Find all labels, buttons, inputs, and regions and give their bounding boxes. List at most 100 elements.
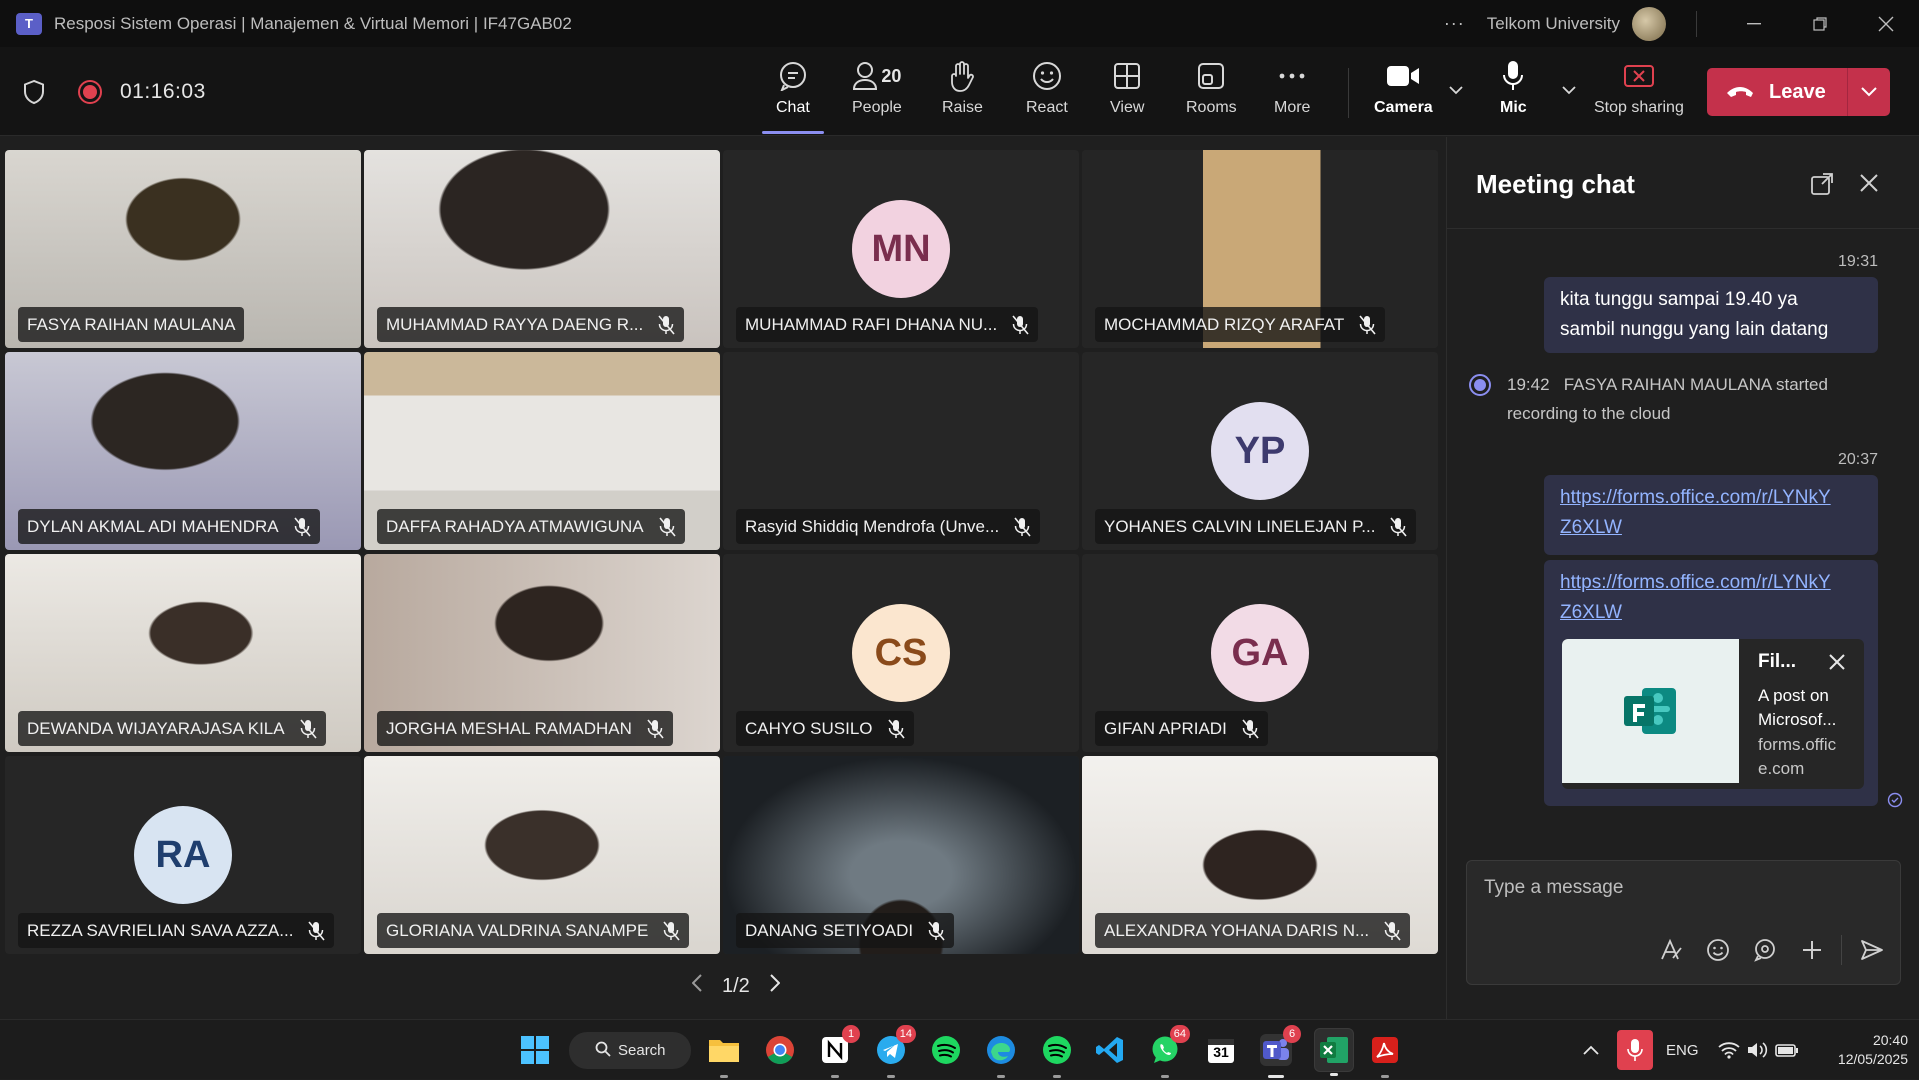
edge-icon[interactable] — [985, 1034, 1017, 1078]
participant-tile[interactable]: JORGHA MESHAL RAMADHAN — [364, 554, 720, 752]
clock-time: 20:40 — [1872, 1032, 1908, 1048]
loop-component-icon[interactable] — [1741, 938, 1788, 962]
stop-share-icon — [1623, 57, 1655, 95]
show-hidden-icons-chevron[interactable] — [1583, 1020, 1599, 1080]
view-label: View — [1110, 99, 1145, 116]
participant-tile[interactable]: ALEXANDRA YOHANA DARIS N... — [1082, 756, 1438, 954]
system-message-time: 19:42 — [1507, 375, 1550, 394]
calendar-icon[interactable]: 31 — [1205, 1034, 1237, 1066]
participant-tile[interactable]: FASYA RAIHAN MAULANA — [5, 150, 361, 348]
people-button[interactable]: 20 People — [852, 57, 902, 129]
chrome-icon[interactable] — [764, 1034, 796, 1066]
participant-name-tag: DYLAN AKMAL ADI MAHENDRA — [18, 509, 320, 544]
spotify-icon[interactable] — [930, 1034, 962, 1066]
participant-tile[interactable]: YP YOHANES CALVIN LINELEJAN P... — [1082, 352, 1438, 550]
message-input[interactable] — [1484, 875, 1884, 901]
participant-name-tag: GLORIANA VALDRINA SANAMPE — [377, 913, 690, 948]
participant-tile[interactable]: DAFFA RAHADYA ATMAWIGUNA — [364, 352, 720, 550]
volume-icon[interactable] — [1746, 1020, 1768, 1080]
participant-tile[interactable]: DEWANDA WIJAYARAJASA KILA — [5, 554, 361, 752]
chat-button[interactable]: Chat — [762, 57, 824, 134]
participant-tile[interactable]: Rasyid Shiddiq Mendrofa (Unve... — [723, 352, 1079, 550]
whatsapp-icon[interactable]: 64 — [1149, 1025, 1190, 1078]
taskbar-search[interactable]: Search — [569, 1032, 691, 1069]
file-explorer-icon[interactable] — [708, 1034, 740, 1078]
participant-tile[interactable]: GA GIFAN APRIADI — [1082, 554, 1438, 752]
mic-muted-icon — [1241, 718, 1259, 739]
recording-icon — [1469, 374, 1491, 396]
excel-icon[interactable] — [1314, 1028, 1354, 1076]
mic-options-chevron-icon[interactable] — [1562, 82, 1576, 98]
participant-tile[interactable]: GLORIANA VALDRINA SANAMPE — [364, 756, 720, 954]
next-page-icon[interactable] — [770, 974, 781, 998]
participant-name-tag: DANANG SETIYOADI — [736, 913, 955, 948]
participant-tile[interactable]: RA REZZA SAVRIELIAN SAVA AZZA... — [5, 756, 361, 954]
pop-out-icon[interactable] — [1811, 173, 1833, 200]
mic-in-use-icon[interactable] — [1617, 1030, 1653, 1070]
search-label: Search — [618, 1042, 666, 1059]
participant-name: JORGHA MESHAL RAMADHAN — [386, 718, 632, 738]
page-indicator: 1/2 — [722, 974, 750, 997]
format-icon[interactable] — [1647, 938, 1694, 962]
participant-tile[interactable]: MOCHAMMAD RIZQY ARAFAT — [1082, 150, 1438, 348]
message-timestamp: 20:37 — [1838, 451, 1879, 468]
mic-muted-icon — [662, 920, 680, 941]
battery-icon[interactable] — [1775, 1020, 1799, 1080]
telegram-icon[interactable]: 14 — [875, 1025, 916, 1078]
close-window-button[interactable] — [1853, 0, 1919, 47]
organization-name[interactable]: Telkom University — [1487, 14, 1620, 34]
send-icon[interactable] — [1848, 939, 1895, 961]
react-button[interactable]: React — [1026, 57, 1068, 129]
chat-message-link[interactable]: https://forms.office.com/r/LYNkY Z6XLW — [1544, 475, 1878, 555]
system-clock[interactable]: 20:40 12/05/2025 — [1818, 1031, 1908, 1069]
link-preview-card[interactable]: Fil... A post on Microsof... forms.offic… — [1562, 639, 1864, 789]
vscode-icon[interactable] — [1094, 1034, 1126, 1066]
leave-button[interactable]: Leave — [1707, 68, 1847, 116]
mic-button[interactable]: Mic — [1500, 57, 1527, 129]
shield-icon[interactable] — [22, 79, 46, 105]
chat-message[interactable]: kita tunggu sampai 19.40 ya sambil nungg… — [1544, 277, 1878, 353]
profile-avatar[interactable] — [1632, 6, 1666, 41]
wifi-icon[interactable] — [1718, 1020, 1740, 1080]
stop-sharing-button[interactable]: Stop sharing — [1594, 57, 1684, 129]
camera-button[interactable]: Camera — [1374, 57, 1433, 129]
smile-icon — [1032, 57, 1062, 95]
rooms-button[interactable]: Rooms — [1186, 57, 1237, 129]
people-count: 20 — [881, 65, 902, 86]
hang-up-icon — [1725, 81, 1755, 104]
react-label: React — [1026, 99, 1068, 116]
form-link[interactable]: https://forms.office.com/r/LYNkY Z6XLW — [1560, 572, 1831, 623]
participant-tile[interactable]: DYLAN AKMAL ADI MAHENDRA — [5, 352, 361, 550]
camera-options-chevron-icon[interactable] — [1449, 82, 1463, 98]
participant-tile[interactable]: MUHAMMAD RAYYA DAENG R... — [364, 150, 720, 348]
more-button[interactable]: More — [1274, 57, 1310, 129]
previous-page-icon[interactable] — [691, 974, 702, 998]
participant-name-tag: REZZA SAVRIELIAN SAVA AZZA... — [18, 913, 335, 948]
participant-avatar: GA — [1211, 604, 1309, 702]
participant-name: Rasyid Shiddiq Mendrofa (Unve... — [745, 516, 1000, 536]
start-windows-icon[interactable] — [519, 1034, 551, 1066]
close-chat-icon[interactable] — [1859, 173, 1879, 198]
preview-title: Fil... — [1758, 651, 1796, 672]
teams-taskbar-icon[interactable]: 6 — [1260, 1025, 1301, 1078]
minimize-button[interactable] — [1721, 0, 1787, 47]
mic-label: Mic — [1500, 99, 1527, 116]
participant-name: DAFFA RAHADYA ATMAWIGUNA — [386, 516, 644, 536]
acrobat-icon[interactable] — [1369, 1034, 1401, 1078]
leave-options-chevron-icon[interactable] — [1848, 87, 1890, 97]
emoji-icon[interactable] — [1694, 938, 1741, 962]
input-language[interactable]: ENG — [1666, 1020, 1699, 1080]
more-options-icon[interactable]: ··· — [1444, 13, 1465, 34]
close-preview-icon[interactable] — [1828, 653, 1846, 676]
spotify-web-icon[interactable] — [1041, 1034, 1073, 1078]
participant-tile[interactable]: CS CAHYO SUSILO — [723, 554, 1079, 752]
restore-button[interactable] — [1787, 0, 1853, 47]
rooms-label: Rooms — [1186, 99, 1237, 116]
participant-tile[interactable]: MN MUHAMMAD RAFI DHANA NU... — [723, 150, 1079, 348]
view-button[interactable]: View — [1110, 57, 1144, 129]
participant-tile[interactable]: DANANG SETIYOADI — [723, 756, 1079, 954]
notion-icon[interactable]: 1 — [819, 1025, 860, 1078]
raise-hand-button[interactable]: Raise — [942, 57, 983, 129]
form-link[interactable]: https://forms.office.com/r/LYNkY Z6XLW — [1560, 487, 1831, 538]
add-attachment-icon[interactable] — [1788, 939, 1835, 961]
